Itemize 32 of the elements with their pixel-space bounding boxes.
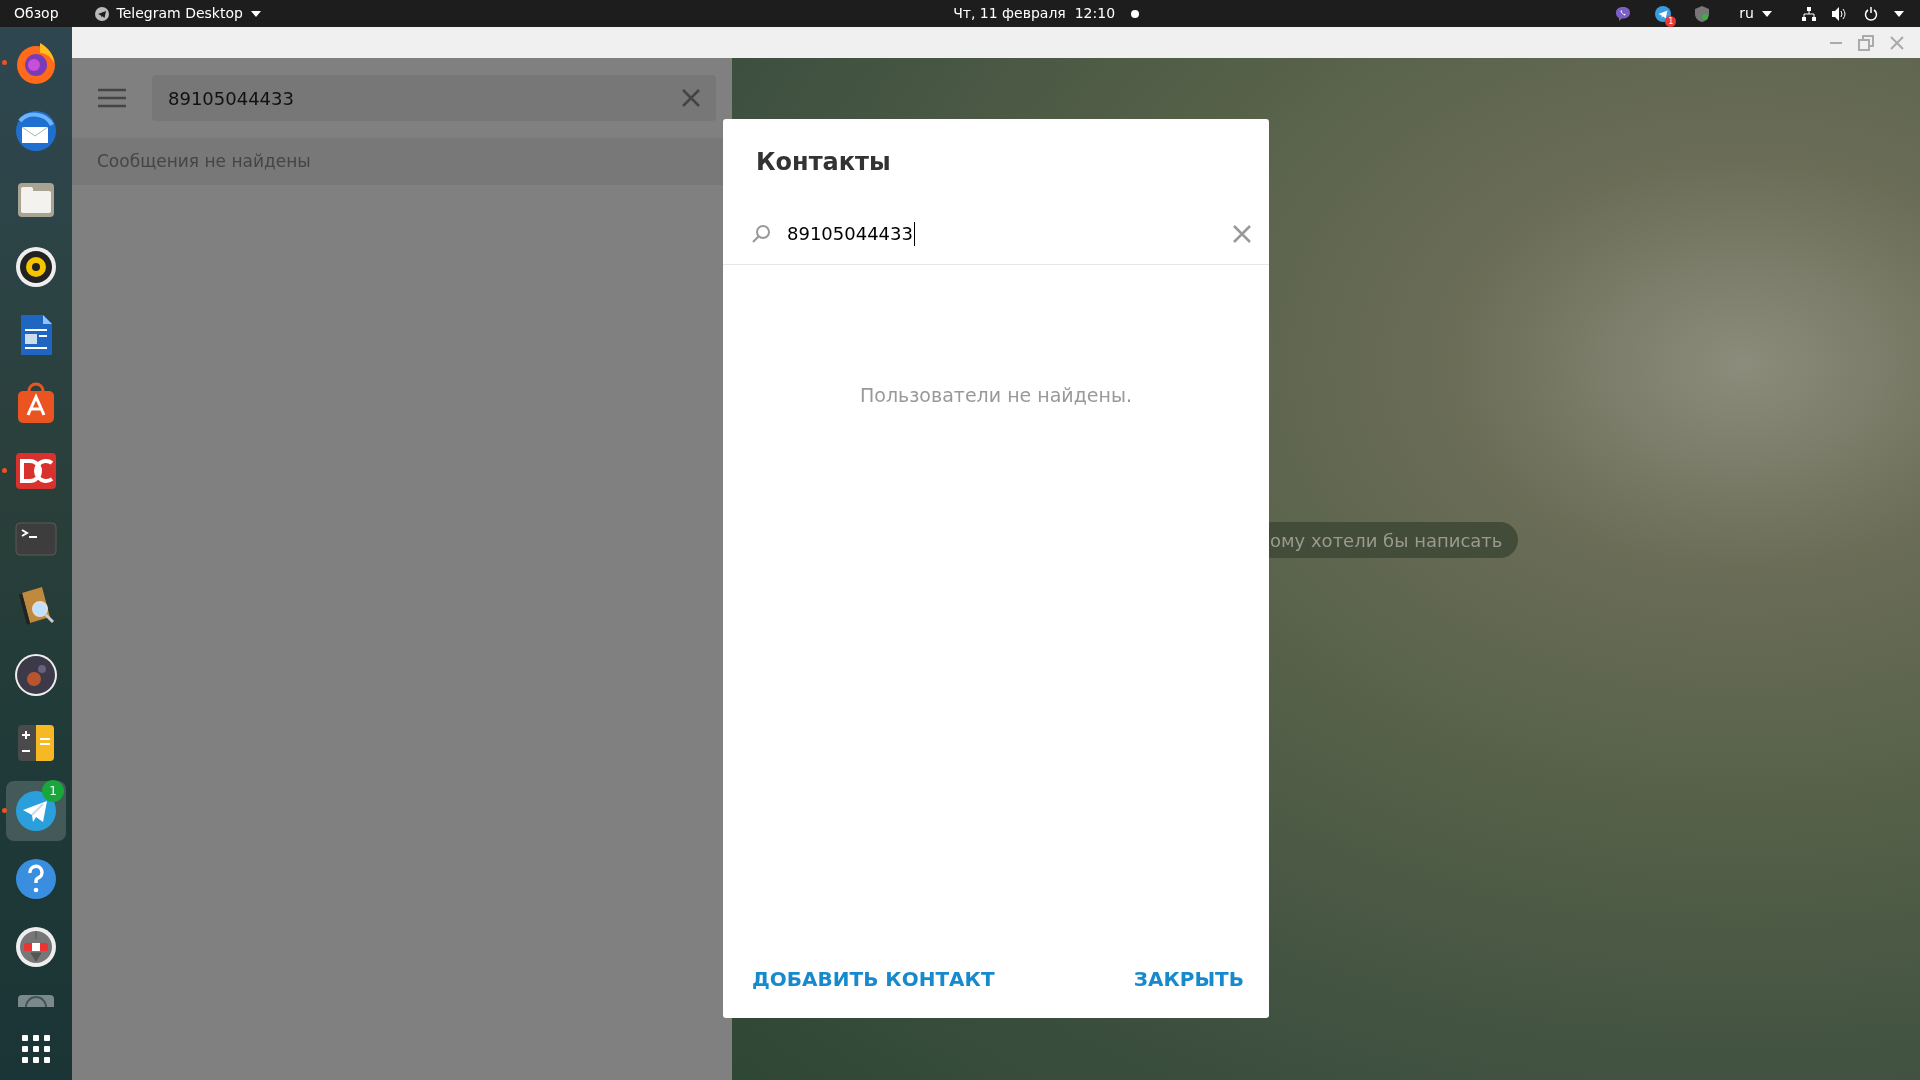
search-field[interactable]: 89105044433 — [152, 75, 716, 121]
dialog-button[interactable]: ДОБАВИТЬ КОНТАКТ — [743, 958, 1004, 1000]
minimize-icon — [1830, 42, 1842, 44]
notification-badge: 1 — [1665, 15, 1677, 27]
power-icon[interactable] — [1864, 6, 1878, 21]
close-icon — [1890, 36, 1904, 50]
notification-badge: 1 — [42, 780, 64, 802]
menu-icon — [98, 88, 126, 108]
sphere-icon — [12, 651, 60, 699]
search-text: 89105044433 — [787, 222, 913, 246]
dialog-title: Контакты — [755, 147, 892, 178]
notification-dot-icon — [1131, 9, 1140, 18]
dialog-button[interactable]: ЗАКРЫТЬ — [1124, 958, 1253, 1000]
text-cursor — [914, 221, 915, 246]
activities-button[interactable]: Обзор — [8, 3, 65, 24]
search-field[interactable]: 89105044433 — [723, 203, 1269, 265]
paper-plane-icon[interactable] — [1655, 5, 1672, 22]
app-menu-button[interactable]: Telegram Desktop — [88, 3, 267, 24]
caret-icon — [250, 10, 261, 17]
speech-bubble-icon[interactable] — [1615, 5, 1632, 22]
language-menu[interactable]: ru — [1733, 3, 1778, 24]
shield-icon[interactable] — [1695, 5, 1710, 22]
volume-icon[interactable] — [1832, 6, 1848, 21]
clock-text[interactable]: Чт, 11 февраля 12:10 — [953, 3, 1116, 24]
network-icon[interactable] — [1802, 6, 1816, 21]
caret-icon[interactable] — [1894, 10, 1904, 17]
paper-plane-icon — [94, 6, 109, 21]
clear-icon[interactable] — [1233, 224, 1251, 243]
search-icon — [751, 223, 771, 244]
empty-results-text: Пользователи не найдены. — [860, 384, 1132, 406]
caret-icon — [1762, 10, 1772, 17]
restore-icon — [1858, 35, 1874, 51]
